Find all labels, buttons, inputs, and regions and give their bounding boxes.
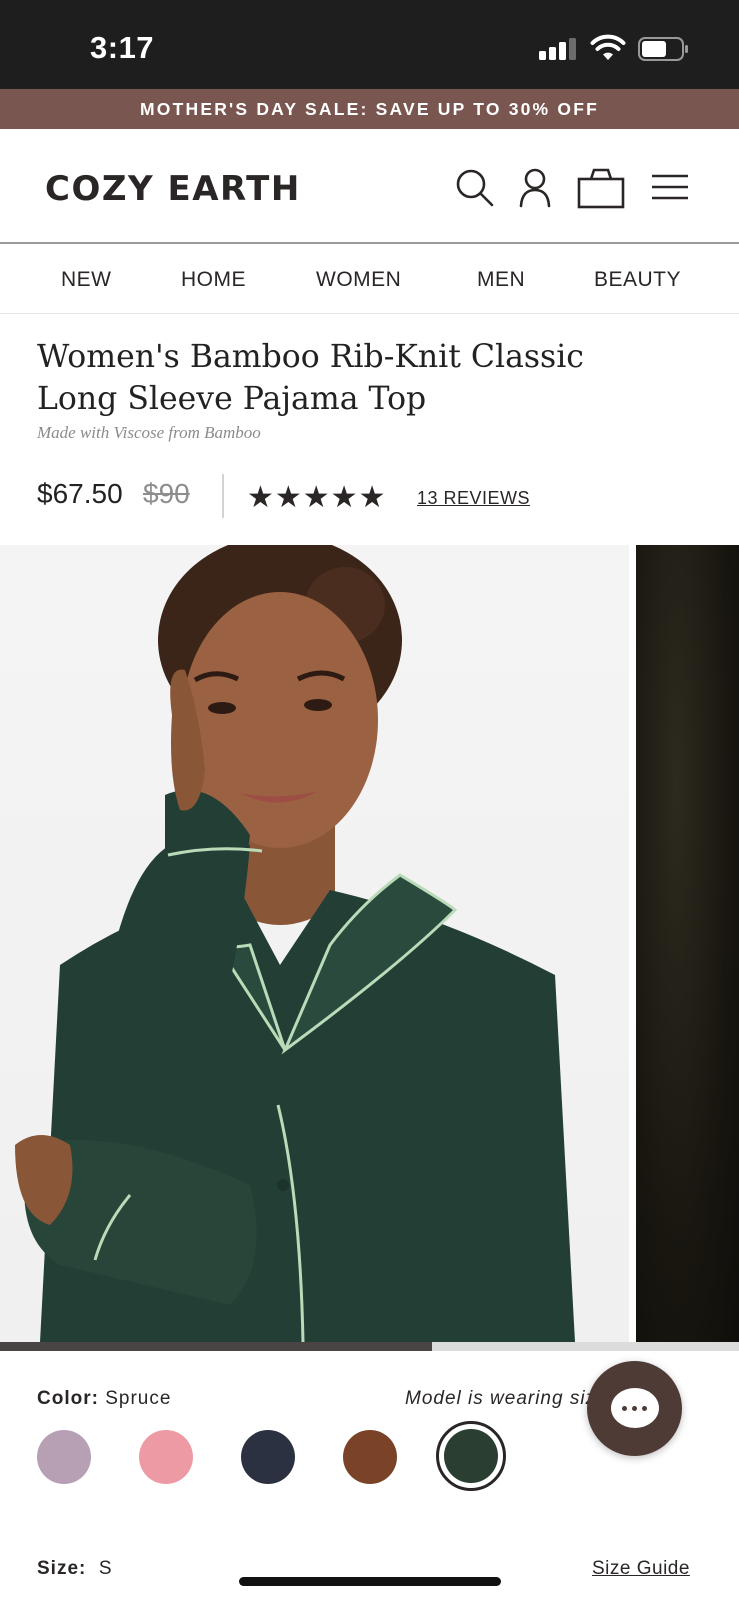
color-swatch-pink[interactable] (139, 1430, 193, 1484)
selected-color-name: Spruce (105, 1388, 172, 1409)
nav-item-men[interactable]: MEN (477, 268, 525, 292)
product-subtitle: Made with Viscose from Bamboo (37, 423, 261, 442)
account-button[interactable] (513, 166, 557, 210)
color-swatch-navy[interactable] (241, 1430, 295, 1484)
gallery-progress-bar (0, 1342, 739, 1351)
promo-banner[interactable]: MOTHER'S DAY SALE: SAVE UP TO 30% OFF (0, 89, 739, 129)
battery-icon (638, 37, 688, 61)
product-image-main[interactable] (0, 545, 629, 1342)
color-label: Color: Spruce (37, 1388, 171, 1410)
menu-button[interactable] (648, 166, 692, 210)
site-logo[interactable]: COZY EARTH (45, 169, 301, 209)
nav-item-women[interactable]: WOMEN (316, 268, 401, 292)
wifi-icon (590, 34, 626, 60)
product-gallery[interactable] (0, 545, 739, 1342)
main-nav: NEW HOME WOMEN MEN BEAUTY (0, 246, 739, 314)
nav-item-new[interactable]: NEW (61, 268, 112, 292)
color-swatch-brown[interactable] (343, 1430, 397, 1484)
model-photo-illustration (15, 545, 575, 1342)
search-icon (456, 169, 494, 207)
status-bar: 3:17 (0, 0, 739, 89)
user-icon (519, 168, 551, 208)
hamburger-menu-icon (652, 174, 688, 200)
shopping-bag-icon (577, 168, 625, 209)
product-title: Women's Bamboo Rib-Knit Classic Long Sle… (37, 339, 584, 417)
search-button[interactable] (453, 166, 497, 210)
cart-button[interactable] (576, 166, 626, 210)
size-label-title: Size: (37, 1558, 87, 1579)
home-indicator (239, 1577, 501, 1586)
site-header: COZY EARTH (0, 129, 739, 244)
star-rating: ★★★★★ (247, 480, 387, 515)
price-divider (222, 474, 224, 518)
size-label: Size: S (37, 1558, 113, 1580)
product-image-next[interactable] (636, 545, 739, 1342)
selected-size: S (98, 1558, 113, 1579)
chat-bubble-icon (611, 1388, 659, 1428)
color-label-title: Color: (37, 1388, 99, 1409)
size-guide-link[interactable]: Size Guide (592, 1558, 690, 1580)
status-time: 3:17 (90, 30, 155, 65)
nav-item-beauty[interactable]: BEAUTY (594, 268, 681, 292)
reviews-link[interactable]: 13 REVIEWS (417, 488, 530, 509)
price-row: $67.50 $90 ★★★★★ 13 REVIEWS (37, 474, 717, 518)
original-price: $90 (143, 478, 190, 509)
color-swatch-spruce[interactable] (444, 1429, 498, 1483)
gallery-progress-fill (0, 1342, 433, 1351)
color-swatch-lavender[interactable] (37, 1430, 91, 1484)
nav-item-home[interactable]: HOME (181, 268, 246, 292)
sale-price: $67.50 (37, 478, 123, 509)
cellular-signal-icon (539, 38, 579, 60)
chat-button[interactable] (587, 1361, 682, 1456)
